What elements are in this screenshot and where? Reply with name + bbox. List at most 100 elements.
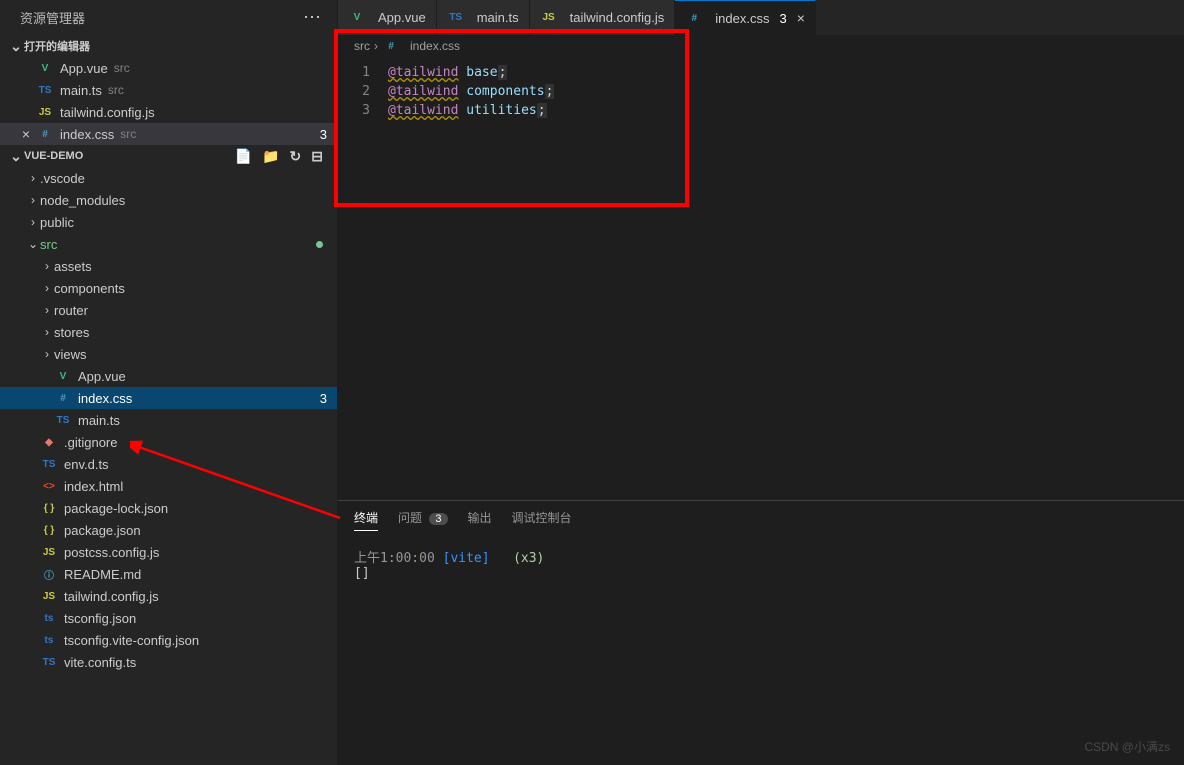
file-label: postcss.config.js: [64, 545, 159, 560]
file-tree: ›.vscode›node_modules›public⌄src›assets›…: [0, 167, 337, 673]
tree-folder[interactable]: ⌄src: [0, 233, 337, 255]
file-path: src: [114, 61, 130, 75]
modified-indicator: [316, 241, 323, 248]
file-label: App.vue: [78, 369, 126, 384]
info-file-icon: ⓘ: [40, 567, 58, 582]
open-editor-item[interactable]: VApp.vuesrc: [0, 57, 337, 79]
css-file-icon: #: [36, 129, 54, 140]
terminal-tabs: 终端 问题 3 输出 调试控制台: [338, 501, 1184, 539]
folder-label: stores: [54, 325, 89, 340]
line-number: 3: [338, 101, 388, 120]
tree-file[interactable]: TSvite.config.ts: [0, 651, 337, 673]
tab-label: main.ts: [477, 10, 519, 25]
chevron-icon: ›: [26, 171, 40, 185]
file-label: App.vue: [60, 61, 108, 76]
css-file-icon: #: [382, 41, 400, 52]
explorer-sidebar: 资源管理器 ⋯ ⌄ 打开的编辑器 VApp.vuesrcTSmain.tssrc…: [0, 0, 338, 765]
file-label: tsconfig.vite-config.json: [64, 633, 199, 648]
tree-folder[interactable]: ›node_modules: [0, 189, 337, 211]
open-editor-item[interactable]: JStailwind.config.js: [0, 101, 337, 123]
editor-tab[interactable]: #index.css3×: [675, 0, 816, 35]
tree-file[interactable]: { }package-lock.json: [0, 497, 337, 519]
folder-label: public: [40, 215, 74, 230]
terminal-output[interactable]: 上午1:00:00 [vite] (x3) []: [338, 539, 1184, 589]
new-folder-icon[interactable]: 📁: [262, 148, 279, 165]
terminal-tab-debug[interactable]: 调试控制台: [512, 509, 572, 531]
file-label: tailwind.config.js: [64, 589, 159, 604]
ts-file-icon: TS: [54, 415, 72, 426]
file-label: vite.config.ts: [64, 655, 136, 670]
tree-folder[interactable]: ›stores: [0, 321, 337, 343]
close-icon[interactable]: ×: [793, 10, 805, 26]
tree-folder[interactable]: ›assets: [0, 255, 337, 277]
open-editors-label: 打开的编辑器: [24, 38, 90, 54]
breadcrumb-folder: src: [354, 39, 370, 53]
js-file-icon: JS: [36, 107, 54, 118]
chevron-down-icon: ⌄: [8, 148, 24, 165]
chevron-icon: ⌄: [26, 237, 40, 251]
project-name: VUE-DEMO: [24, 150, 83, 162]
more-actions-icon[interactable]: ⋯: [303, 7, 329, 28]
terminal-time: 上午1:00:00: [354, 551, 435, 566]
collapse-icon[interactable]: ⊟: [311, 148, 323, 165]
file-label: package.json: [64, 523, 141, 538]
tree-file[interactable]: { }package.json: [0, 519, 337, 541]
editor-tab[interactable]: VApp.vue: [338, 0, 437, 35]
tab-label: App.vue: [378, 10, 426, 25]
file-path: src: [120, 127, 136, 141]
tree-file[interactable]: JStailwind.config.js: [0, 585, 337, 607]
project-section-header[interactable]: ⌄ VUE-DEMO 📄 📁 ↻ ⊟: [0, 145, 337, 167]
tree-file[interactable]: tstsconfig.json: [0, 607, 337, 629]
chevron-icon: ›: [40, 259, 54, 273]
file-label: index.css: [78, 391, 132, 406]
editor-tab[interactable]: JS tailwind.config.js: [530, 0, 676, 35]
tree-file[interactable]: #index.css3: [0, 387, 337, 409]
chevron-icon: ›: [40, 347, 54, 361]
tree-file[interactable]: ts tsconfig.vite-config.json: [0, 629, 337, 651]
open-editors-section[interactable]: ⌄ 打开的编辑器: [0, 35, 337, 57]
file-label: package-lock.json: [64, 501, 168, 516]
ts-file-icon: ts: [40, 635, 58, 646]
terminal-bracket: []: [354, 566, 1168, 581]
tree-folder[interactable]: ›components: [0, 277, 337, 299]
tree-folder[interactable]: ›router: [0, 299, 337, 321]
terminal-vite-label: [vite]: [443, 551, 490, 566]
terminal-tab-output[interactable]: 输出: [468, 509, 492, 531]
tree-file[interactable]: VApp.vue: [0, 365, 337, 387]
terminal-tab-problems[interactable]: 问题 3: [398, 509, 447, 531]
tree-file[interactable]: <>index.html: [0, 475, 337, 497]
line-number: 1: [338, 63, 388, 82]
tree-file[interactable]: ⓘREADME.md: [0, 563, 337, 585]
tree-folder[interactable]: ›views: [0, 343, 337, 365]
project-actions: 📄 📁 ↻ ⊟: [235, 148, 329, 165]
chevron-icon: ›: [26, 193, 40, 207]
open-editor-item[interactable]: ×# index.css src 3: [0, 123, 337, 145]
open-editor-item[interactable]: TSmain.tssrc: [0, 79, 337, 101]
breadcrumb-file: index.css: [410, 39, 460, 53]
code-line: 2@tailwind components;: [338, 82, 1184, 101]
tree-file[interactable]: ◆.gitignore: [0, 431, 337, 453]
terminal-count: (x3): [513, 551, 544, 566]
tree-folder[interactable]: ›.vscode: [0, 167, 337, 189]
editor-tab[interactable]: TSmain.ts: [437, 0, 530, 35]
tab-label: tailwind.config.js: [570, 10, 665, 25]
code-line: 1@tailwind base;: [338, 63, 1184, 82]
explorer-header: 资源管理器 ⋯: [0, 0, 337, 35]
file-label: env.d.ts: [64, 457, 109, 472]
close-icon[interactable]: ×: [16, 126, 36, 142]
file-path: src: [108, 83, 124, 97]
tab-badge: 3: [779, 11, 786, 26]
tree-file[interactable]: TSenv.d.ts: [0, 453, 337, 475]
code-editor[interactable]: 1@tailwind base;2@tailwind components;3@…: [338, 57, 1184, 500]
breadcrumb[interactable]: src › # index.css: [338, 35, 1184, 57]
terminal-tab-terminal[interactable]: 终端: [354, 509, 378, 531]
file-label: index.css: [60, 127, 114, 142]
js-file-icon: JS: [540, 12, 558, 23]
refresh-icon[interactable]: ↻: [290, 148, 302, 165]
problem-badge: 3: [320, 127, 327, 142]
tree-folder[interactable]: ›public: [0, 211, 337, 233]
watermark: CSDN @小满zs: [1084, 738, 1170, 755]
new-file-icon[interactable]: 📄: [235, 148, 252, 165]
tree-file[interactable]: JSpostcss.config.js: [0, 541, 337, 563]
tree-file[interactable]: TSmain.ts: [0, 409, 337, 431]
